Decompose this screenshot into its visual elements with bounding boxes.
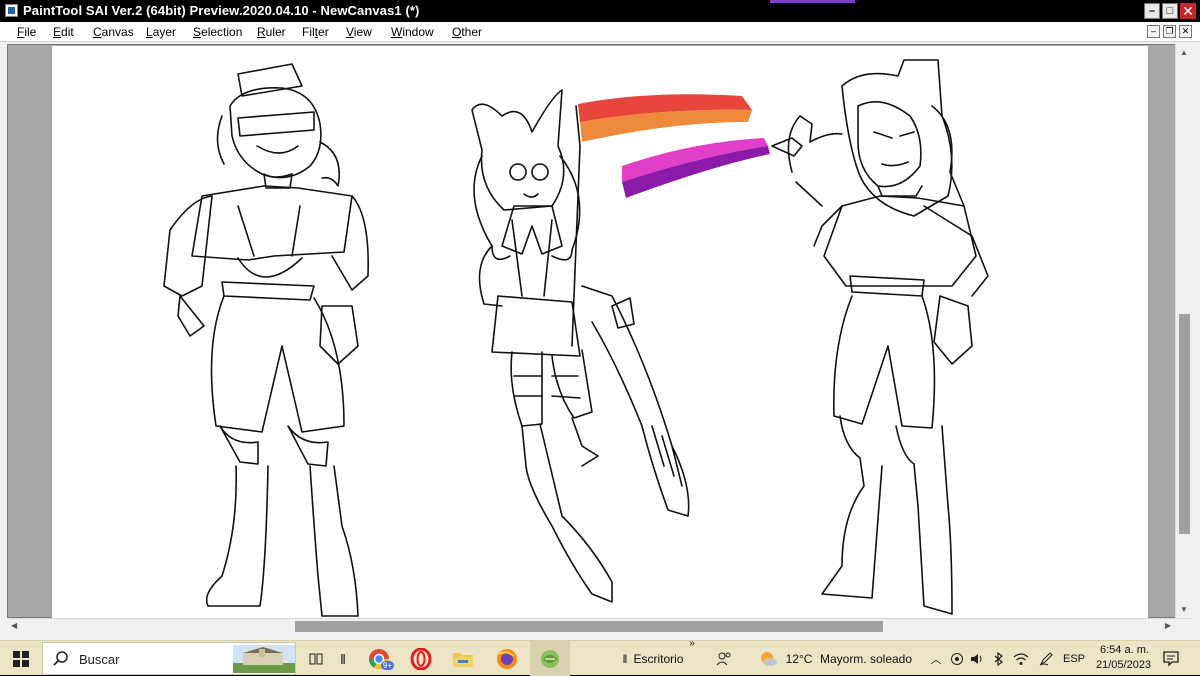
menu-bar: File Edit Canvas Layer Selection Ruler F… (0, 22, 1200, 42)
menu-layer-label: ayer (152, 25, 177, 39)
desktop-toolbar-separator: ‖ (622, 651, 628, 666)
network-drive-icon[interactable] (948, 641, 966, 676)
canvas-close-button[interactable]: ✕ (1179, 25, 1192, 38)
desktop-toolbar[interactable]: ‖ Escritorio (622, 641, 684, 676)
menu-filter-prefix: Fil (302, 25, 315, 39)
menu-ruler-label: uler (265, 25, 286, 39)
menu-window-hotkey: W (391, 25, 403, 39)
menu-canvas[interactable]: Canvas (93, 25, 134, 39)
horizontal-scrollbar[interactable]: ◀ ▶ (7, 618, 1193, 633)
menu-view-hotkey: V (346, 25, 354, 39)
app-icon[interactable] (5, 4, 18, 17)
windows-taskbar: Buscar ‖ 9+ ‖ Escritorio » 12°C Mayorm. … (0, 638, 1200, 676)
weather-temperature[interactable]: 12°C (784, 641, 814, 676)
menu-edit-label: dit (61, 25, 74, 39)
menu-canvas-label: anvas (101, 25, 134, 39)
menu-other-label: ther (461, 25, 483, 39)
input-language-indicator[interactable]: ESP (1060, 641, 1088, 676)
pride-flag (578, 94, 770, 198)
firefox-app-icon[interactable] (490, 641, 524, 676)
menu-view[interactable]: View (346, 25, 372, 39)
canvas-restore-button[interactable]: ❐ (1163, 25, 1176, 38)
menu-file-label: ile (24, 25, 37, 39)
pen-workspace-icon[interactable] (1036, 641, 1056, 676)
menu-selection-label: election (201, 25, 243, 39)
menu-ruler-hotkey: R (257, 25, 266, 39)
tray-overflow-chevron-icon[interactable]: ︿ (928, 641, 944, 676)
scroll-down-arrow-icon[interactable]: ▼ (1180, 605, 1188, 614)
start-button[interactable] (6, 641, 36, 676)
close-button[interactable]: ✕ (1180, 3, 1196, 19)
speaker-volume-icon[interactable] (968, 641, 986, 676)
menu-other-hotkey: O (452, 25, 462, 39)
menu-view-label: iew (353, 25, 372, 39)
horizontal-scroll-thumb[interactable] (295, 621, 883, 632)
clock-date[interactable]: 21/05/2023 (1096, 659, 1151, 671)
file-explorer-icon[interactable] (446, 641, 480, 676)
sketch-drawing (163, 59, 989, 617)
menu-window[interactable]: Window (391, 25, 434, 39)
minimize-button[interactable]: – (1144, 3, 1160, 19)
bluetooth-icon[interactable] (990, 641, 1008, 676)
menu-layer-hotkey: L (146, 25, 153, 39)
menu-file[interactable]: File (17, 25, 36, 39)
menu-selection[interactable]: Selection (193, 25, 242, 39)
wifi-icon[interactable] (1012, 641, 1030, 676)
sketch-character-left (163, 63, 369, 617)
scroll-left-arrow-icon[interactable]: ◀ (11, 621, 17, 630)
menu-selection-hotkey: S (193, 25, 202, 39)
sketch-character-right (771, 59, 989, 615)
paint-tool-sai-window: PaintTool SAI Ver.2 (64bit) Preview.2020… (0, 0, 1200, 676)
people-icon[interactable] (712, 641, 736, 676)
canvas-workspace[interactable] (7, 44, 1193, 618)
taskbar-search-box[interactable]: Buscar (42, 642, 296, 675)
canvas-minimize-button[interactable]: – (1147, 25, 1160, 38)
toolbar-expand-chevron-icon[interactable]: » (686, 633, 698, 653)
chrome-app-icon[interactable]: 9+ (362, 641, 396, 676)
menu-canvas-hotkey: C (93, 25, 102, 39)
desktop-toolbar-label: Escritorio (633, 651, 684, 666)
window-title: PaintTool SAI Ver.2 (64bit) Preview.2020… (23, 3, 420, 18)
menu-layer[interactable]: Layer (146, 25, 176, 39)
vertical-scroll-thumb[interactable] (1179, 314, 1190, 534)
vertical-scrollbar[interactable]: ▲ ▼ (1175, 44, 1193, 618)
taskbar-separator: ‖ (340, 650, 346, 667)
chrome-notification-badge: 9+ (381, 661, 395, 670)
menu-filter[interactable]: Filter (302, 25, 329, 39)
paint-tool-sai-taskbar-icon[interactable] (530, 641, 570, 676)
title-accent-strip (770, 0, 855, 3)
opera-app-icon[interactable] (404, 641, 438, 676)
weather-sun-icon[interactable] (755, 641, 781, 676)
task-view-icon[interactable] (306, 641, 326, 676)
clock-time[interactable]: 6:54 a. m. (1100, 644, 1149, 656)
scroll-right-arrow-icon[interactable]: ▶ (1165, 621, 1171, 630)
menu-edit[interactable]: Edit (53, 25, 74, 39)
windows-logo-icon (13, 650, 29, 667)
search-icon (53, 651, 68, 666)
scroll-up-arrow-icon[interactable]: ▲ (1180, 48, 1188, 57)
menu-ruler[interactable]: Ruler (257, 25, 286, 39)
menu-other[interactable]: Other (452, 25, 482, 39)
weather-description[interactable]: Mayorm. soleado (816, 641, 916, 676)
maximize-button[interactable]: □ (1162, 3, 1178, 19)
search-highlight-illustration-icon (233, 645, 295, 673)
menu-filter-label: er (318, 25, 329, 39)
menu-edit-hotkey: E (53, 25, 62, 39)
menu-window-label: indow (402, 25, 434, 39)
title-bar[interactable]: PaintTool SAI Ver.2 (64bit) Preview.2020… (0, 0, 1200, 22)
notification-center-icon[interactable] (1158, 641, 1184, 676)
canvas-paper[interactable] (52, 46, 1148, 618)
search-placeholder: Buscar (79, 652, 120, 667)
